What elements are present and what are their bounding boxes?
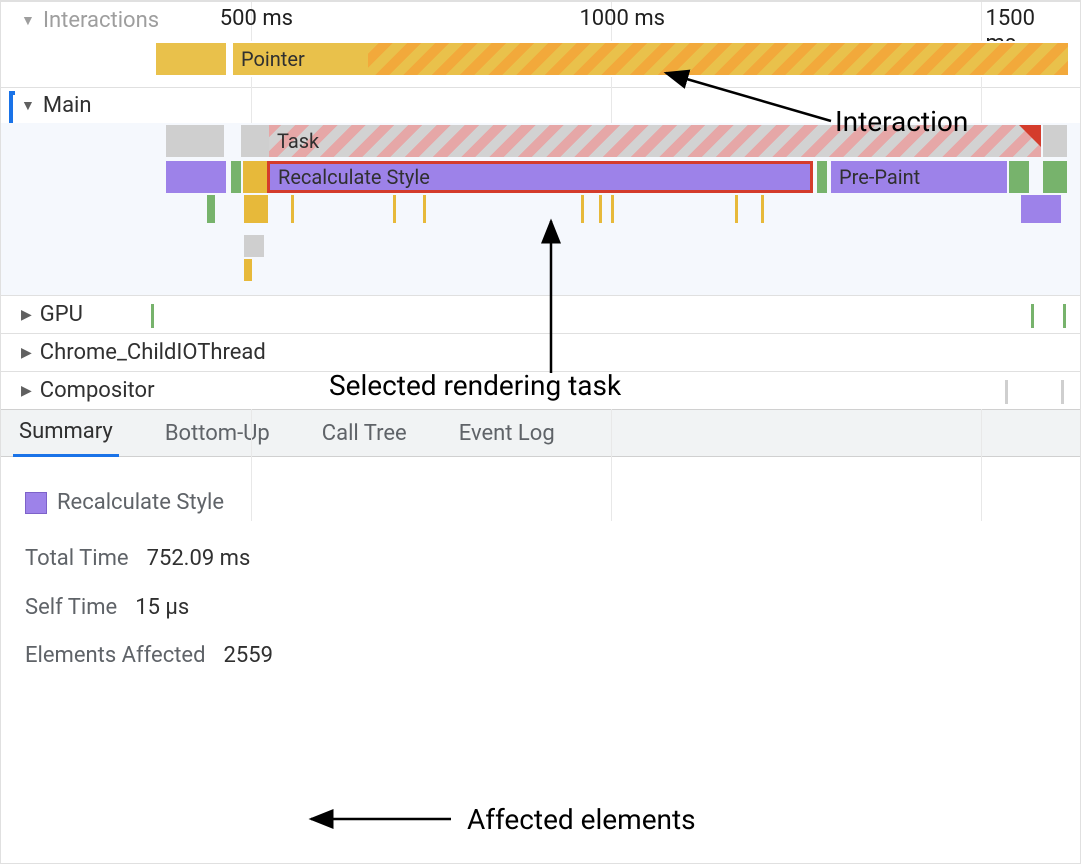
timeline-ruler: ▼ Interactions 500 ms 1000 ms 1500 ms bbox=[1, 1, 1080, 41]
self-time-key: Self Time bbox=[25, 584, 117, 632]
render-bar[interactable] bbox=[231, 161, 241, 193]
interaction-bar[interactable] bbox=[156, 43, 226, 75]
interactions-lane[interactable]: Pointer bbox=[1, 41, 1080, 77]
ruler-tick-label: 1000 ms bbox=[579, 6, 671, 31]
task-bar[interactable] bbox=[1043, 125, 1067, 157]
task-label: Task bbox=[277, 129, 319, 153]
recalc-label: Recalculate Style bbox=[278, 165, 430, 189]
child-bar[interactable] bbox=[207, 195, 215, 223]
pointer-label: Pointer bbox=[241, 47, 305, 71]
total-time-key: Total Time bbox=[25, 535, 129, 583]
chevron-right-icon[interactable]: ▶ bbox=[21, 345, 32, 361]
stub-bar[interactable] bbox=[244, 259, 252, 281]
interactions-label: Interactions bbox=[43, 8, 159, 33]
stub-bar[interactable] bbox=[244, 235, 264, 257]
self-time-value: 15 µs bbox=[135, 584, 189, 632]
childio-label: Chrome_ChildIOThread bbox=[40, 340, 266, 365]
chevron-down-icon[interactable]: ▼ bbox=[21, 97, 35, 114]
main-rendering-lane[interactable]: Recalculate Style Pre-Paint bbox=[1, 159, 1080, 195]
tab-event-log[interactable]: Event Log bbox=[453, 411, 561, 456]
main-children-lane[interactable] bbox=[1, 195, 1080, 235]
render-bar[interactable] bbox=[166, 161, 226, 193]
long-task-warning-icon bbox=[1019, 125, 1041, 147]
ruler-tick-label: 500 ms bbox=[220, 6, 299, 31]
render-bar[interactable] bbox=[1043, 161, 1067, 193]
annotation-selected-task: Selected rendering task bbox=[329, 369, 621, 402]
task-bar[interactable] bbox=[166, 125, 224, 157]
childio-row[interactable]: ▶ Chrome_ChildIOThread bbox=[1, 333, 1080, 371]
elements-key: Elements Affected bbox=[25, 632, 205, 680]
total-time-value: 752.09 ms bbox=[147, 535, 251, 583]
details-tabbar: Summary Bottom-Up Call Tree Event Log bbox=[1, 409, 1080, 457]
render-bar[interactable] bbox=[1009, 161, 1029, 193]
child-bar[interactable] bbox=[244, 195, 268, 223]
annotation-interaction: Interaction bbox=[835, 105, 968, 138]
pointer-bar[interactable]: Pointer bbox=[233, 43, 368, 75]
prepaint-bar[interactable]: Pre-Paint bbox=[831, 161, 1007, 193]
chevron-down-icon[interactable]: ▼ bbox=[21, 12, 35, 29]
summary-panel: Recalculate Style Total Time 752.09 ms S… bbox=[1, 457, 1080, 703]
tab-summary[interactable]: Summary bbox=[13, 409, 119, 457]
recalculate-style-bar[interactable]: Recalculate Style bbox=[267, 161, 813, 193]
child-bar[interactable] bbox=[1021, 195, 1061, 223]
gpu-row[interactable]: ▶ GPU bbox=[1, 295, 1080, 333]
tab-call-tree[interactable]: Call Tree bbox=[316, 411, 413, 456]
annotation-affected: Affected elements bbox=[467, 803, 696, 836]
prepaint-label: Pre-Paint bbox=[839, 165, 920, 189]
task-bar[interactable] bbox=[241, 125, 269, 157]
main-label: Main bbox=[43, 93, 92, 118]
tab-bottom-up[interactable]: Bottom-Up bbox=[159, 411, 276, 456]
summary-title: Recalculate Style bbox=[57, 479, 224, 527]
main-stub-lane[interactable] bbox=[1, 235, 1080, 295]
pointer-bar-hatched[interactable] bbox=[368, 43, 1068, 75]
render-bar[interactable] bbox=[243, 161, 267, 193]
elements-value: 2559 bbox=[223, 632, 272, 680]
render-bar[interactable] bbox=[817, 161, 827, 193]
recalc-color-swatch bbox=[25, 492, 47, 514]
